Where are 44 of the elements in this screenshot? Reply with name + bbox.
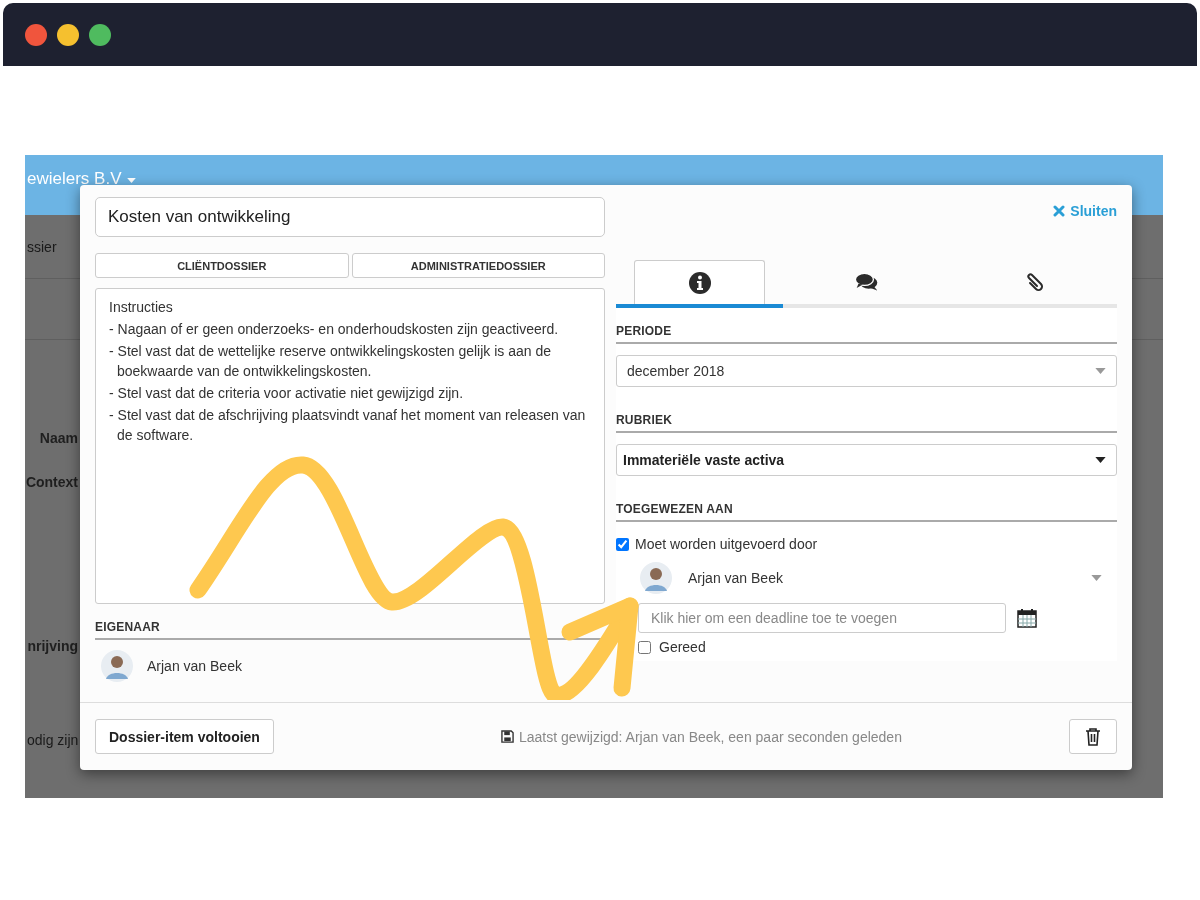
panel-tab[interactable] <box>634 260 765 304</box>
section-heading: EIGENAAR <box>95 620 605 640</box>
avatar-icon <box>640 562 672 594</box>
instruction-line: - Nagaan of er geen onderzoeks- en onderhoudskosten zijn geactiveerd. <box>109 320 560 339</box>
field-label: Naam <box>39 430 78 446</box>
close-icon <box>1053 205 1066 217</box>
instruction-line: Instructies <box>109 298 174 317</box>
owner-name: Arjan van Beek <box>147 658 242 674</box>
last-modified-text: Laatst gewijzigd: Arjan van Beek, een paar seconden geleden <box>519 728 902 745</box>
deadline-field[interactable]: Klik hier om een deadline toe te voegen <box>638 603 1006 633</box>
calendar-icon[interactable] <box>1016 607 1038 629</box>
dropdown-field[interactable]: Immateriële vaste activa <box>616 444 1117 476</box>
checkbox[interactable] <box>638 640 651 654</box>
instruction-line: - Stel vast dat de wettelijke reserve ontwikkelingskosten gelijk is aan de boekwaarde van de ontwikkelingskosten. <box>109 342 552 381</box>
dropdown-field[interactable]: december 2018 <box>616 355 1117 387</box>
instruction-line: - Stel vast dat de criteria voor activatie niet gewijzigd zijn. <box>109 384 465 403</box>
section-heading: TOEGEWEZEN AAN <box>616 502 1117 522</box>
window-close-dot[interactable] <box>25 23 47 46</box>
caret-icon <box>1091 575 1102 581</box>
field-label: Context <box>25 474 78 490</box>
title-field[interactable]: Kosten van ontwikkeling <box>95 197 605 237</box>
window-minimize-dot[interactable] <box>57 23 79 46</box>
instruction-line: - Stel vast dat de afschrijving plaatsvindt vanaf het moment van releasen van de software. <box>109 406 587 445</box>
trash-icon <box>1085 727 1101 746</box>
caret-icon <box>1095 457 1106 463</box>
caret-icon <box>127 178 137 183</box>
dossier-tab[interactable]: CLIËNTDOSSIER <box>95 253 349 278</box>
caret-icon <box>1095 368 1106 374</box>
assignee-dropdown[interactable]: Arjan van Beek <box>640 562 1102 594</box>
window-zoom-dot[interactable] <box>89 23 111 46</box>
section-heading: RUBRIEK <box>616 413 1117 433</box>
body-text: odig zijn <box>27 732 79 748</box>
avatar-icon <box>101 650 133 682</box>
delete-button[interactable] <box>1069 719 1117 754</box>
checkbox-label: Gereed <box>659 639 706 655</box>
info-icon <box>687 270 712 295</box>
dossier-tab[interactable]: ADMINISTRATIEDOSSIER <box>351 253 605 278</box>
save-icon <box>501 730 514 743</box>
section-heading: PERIODE <box>616 324 1117 344</box>
checkbox-label: Moet worden uitgevoerd door <box>635 536 818 552</box>
field-label: nrijving <box>27 638 78 654</box>
checkbox[interactable] <box>616 537 629 551</box>
instructions-field[interactable] <box>95 288 605 604</box>
complete-button[interactable]: Dossier-item voltooien <box>95 719 274 754</box>
